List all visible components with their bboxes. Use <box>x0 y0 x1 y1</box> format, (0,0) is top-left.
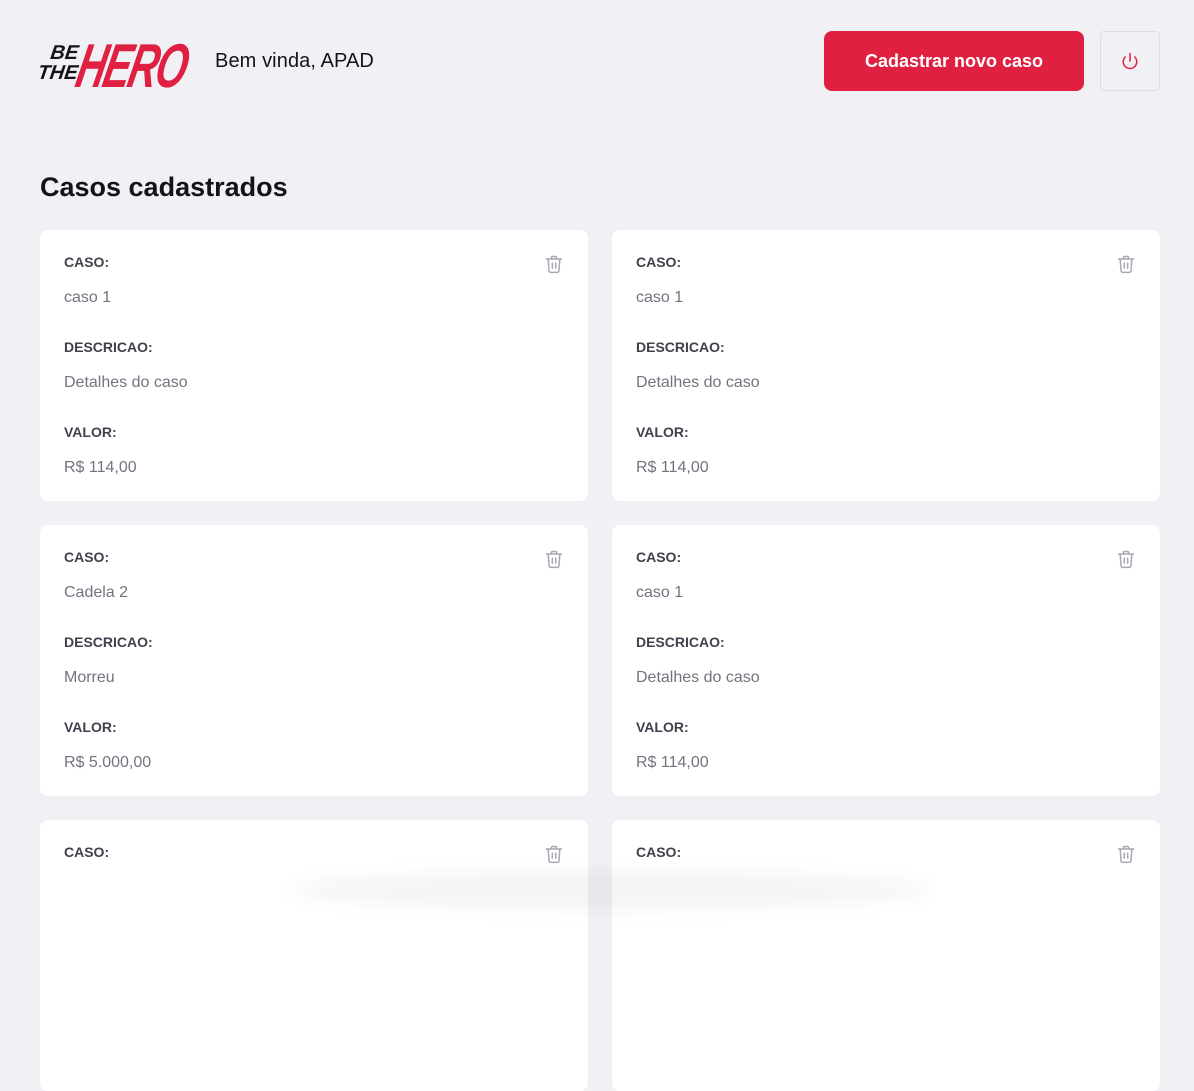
case-description-label: DESCRICAO: <box>636 339 725 355</box>
case-title-label: CASO: <box>64 549 110 565</box>
case-title-label: CASO: <box>64 254 110 270</box>
trash-icon <box>545 845 563 864</box>
delete-case-button[interactable] <box>1114 252 1138 276</box>
trash-icon <box>545 550 563 569</box>
case-value-label: VALOR: <box>64 719 117 735</box>
case-title: caso 1 <box>636 289 684 306</box>
delete-case-button[interactable] <box>542 842 566 866</box>
page-title: Casos cadastrados <box>40 172 288 202</box>
delete-case-button[interactable] <box>542 252 566 276</box>
case-value-label: VALOR: <box>636 719 689 735</box>
logout-button[interactable] <box>1100 31 1160 91</box>
case-value: R$ 5.000,00 <box>64 754 152 771</box>
delete-case-button[interactable] <box>1114 547 1138 571</box>
svg-text:BE: BE <box>49 42 80 64</box>
case-value-label: VALOR: <box>636 424 689 440</box>
case-title-label: CASO: <box>636 254 682 270</box>
page-header: BE THE HERO Bem vinda, APAD Cadastrar no… <box>40 30 1160 93</box>
case-value: R$ 114,00 <box>64 459 137 476</box>
case-card: CASO: caso 1 DESCRICAO: Detalhes do caso VAL… <box>612 525 1160 796</box>
cases-list: CASO: caso 1 DESCRICAO: Detalhes do caso VAL… <box>40 230 1160 1091</box>
delete-case-button[interactable] <box>1114 842 1138 866</box>
case-description-label: DESCRICAO: <box>64 634 153 650</box>
case-title: caso 1 <box>64 289 112 306</box>
case-value: R$ 114,00 <box>636 459 709 476</box>
power-icon <box>1122 52 1138 70</box>
case-card: CASO: caso 1 DESCRICAO: Detalhes do caso VAL… <box>40 230 588 501</box>
new-case-button[interactable]: Cadastrar novo caso <box>824 31 1084 91</box>
case-description-label: DESCRICAO: <box>64 339 153 355</box>
case-title-label: CASO: <box>636 844 682 860</box>
case-title-label: CASO: <box>636 549 682 565</box>
trash-icon <box>545 255 563 274</box>
be-the-hero-logo: BE THE HERO <box>40 32 192 93</box>
case-description: Morreu <box>64 669 115 686</box>
trash-icon <box>1117 255 1135 274</box>
case-description-label: DESCRICAO: <box>636 634 725 650</box>
delete-case-button[interactable] <box>542 547 566 571</box>
case-card: CASO: Cadela 2 DESCRICAO: Morreu VALOR: R$ 5.… <box>40 525 588 796</box>
case-description: Detalhes do caso <box>64 374 188 391</box>
case-card: CASO: <box>612 820 1160 1091</box>
case-title: caso 1 <box>636 584 684 601</box>
svg-text:THE: THE <box>40 62 80 84</box>
svg-text:HERO: HERO <box>71 32 192 93</box>
welcome-message: Bem vinda, APAD <box>215 49 374 72</box>
case-value: R$ 114,00 <box>636 754 709 771</box>
case-description: Detalhes do caso <box>636 374 760 391</box>
case-card: CASO: <box>40 820 588 1091</box>
case-description: Detalhes do caso <box>636 669 760 686</box>
case-title: Cadela 2 <box>64 584 129 601</box>
case-card: CASO: caso 1 DESCRICAO: Detalhes do caso VAL… <box>612 230 1160 501</box>
trash-icon <box>1117 845 1135 864</box>
case-title-label: CASO: <box>64 844 110 860</box>
case-value-label: VALOR: <box>64 424 117 440</box>
trash-icon <box>1117 550 1135 569</box>
